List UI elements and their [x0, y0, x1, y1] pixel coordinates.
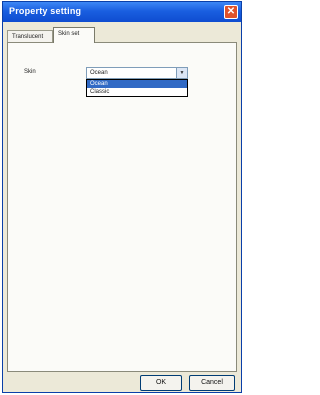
skin-select[interactable]: Ocean ▼ — [86, 67, 188, 79]
title-bar[interactable]: Property setting ✕ — [3, 2, 241, 22]
chevron-down-icon[interactable]: ▼ — [176, 68, 187, 78]
skin-option-classic[interactable]: Classic — [87, 88, 187, 96]
skin-select-value: Ocean — [90, 70, 108, 76]
close-icon: ✕ — [226, 6, 236, 17]
dialog-window: Property setting ✕ Translucent Skin set … — [2, 1, 242, 393]
tab-translucent[interactable]: Translucent — [7, 30, 53, 42]
skin-option-ocean[interactable]: Ocean — [87, 80, 187, 88]
skin-dropdown-list: Ocean Classic — [86, 79, 188, 97]
close-button[interactable]: ✕ — [224, 5, 238, 19]
skin-label: Skin — [24, 69, 36, 75]
window-title: Property setting — [9, 6, 82, 16]
tab-skin-set[interactable]: Skin set — [53, 27, 95, 43]
ok-button[interactable]: OK — [140, 375, 182, 391]
tab-panel: Skin Ocean ▼ Ocean Classic — [7, 42, 237, 372]
cancel-button[interactable]: Cancel — [189, 375, 235, 391]
